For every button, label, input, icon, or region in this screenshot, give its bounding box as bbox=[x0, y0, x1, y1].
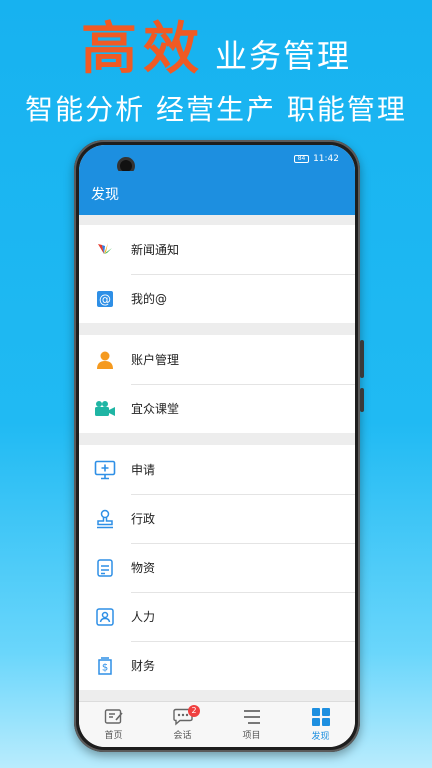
at-icon: @ bbox=[79, 274, 131, 323]
box-icon bbox=[79, 543, 131, 592]
group-functions: 申请 行政 物资 人力 $ 财务 bbox=[79, 445, 355, 690]
list-item-materials[interactable]: 物资 bbox=[79, 543, 355, 592]
svg-text:@: @ bbox=[99, 292, 111, 306]
tab-label: 首页 bbox=[104, 731, 123, 741]
list-item-account[interactable]: 账户管理 bbox=[79, 335, 355, 384]
list-item-label: 财务 bbox=[131, 659, 156, 673]
stamp-icon bbox=[79, 494, 131, 543]
list-item-label: 我的@ bbox=[131, 292, 168, 306]
promo-headline: 高效 业务管理 bbox=[0, 18, 432, 82]
bottom-tab-bar: 首页 2 会话 项目 发现 bbox=[79, 701, 355, 747]
list-item-label: 申请 bbox=[131, 463, 156, 477]
list-item-finance[interactable]: $ 财务 bbox=[79, 641, 355, 690]
page-title: 发现 bbox=[91, 187, 119, 203]
phone-frame: 84 11:42 发现 新闻通知 @ 我的@ 账户管理 宜众课堂 申请 行政 物… bbox=[74, 140, 364, 752]
list-icon bbox=[243, 710, 260, 724]
status-time: 11:42 bbox=[313, 154, 339, 164]
video-camera-icon bbox=[79, 384, 131, 433]
list-item-label: 行政 bbox=[131, 512, 156, 526]
battery-icon: 84 bbox=[294, 155, 310, 163]
monitor-plus-icon bbox=[79, 445, 131, 494]
list-item-label: 宜众课堂 bbox=[131, 402, 180, 416]
svg-text:$: $ bbox=[102, 662, 108, 673]
user-icon bbox=[79, 335, 131, 384]
tab-home[interactable]: 首页 bbox=[79, 702, 148, 747]
tab-projects[interactable]: 项目 bbox=[217, 702, 286, 747]
news-icon bbox=[79, 225, 131, 274]
phone-screen: 84 11:42 发现 新闻通知 @ 我的@ 账户管理 宜众课堂 申请 行政 物… bbox=[79, 145, 355, 747]
group-account: 账户管理 宜众课堂 bbox=[79, 335, 355, 433]
edit-icon bbox=[104, 709, 123, 724]
list-item-news[interactable]: 新闻通知 bbox=[79, 225, 355, 274]
status-bar: 84 11:42 bbox=[79, 145, 355, 175]
person-badge-icon bbox=[79, 592, 131, 641]
tab-label: 项目 bbox=[242, 731, 261, 741]
tab-chat[interactable]: 2 会话 bbox=[148, 702, 217, 747]
group-messages: 新闻通知 @ 我的@ bbox=[79, 225, 355, 323]
list-item-admin[interactable]: 行政 bbox=[79, 494, 355, 543]
list-item-apply[interactable]: 申请 bbox=[79, 445, 355, 494]
list-item-hr[interactable]: 人力 bbox=[79, 592, 355, 641]
phone-volume-button bbox=[360, 340, 364, 378]
status-indicators: 84 11:42 bbox=[294, 154, 339, 164]
promo-tagline: 智能分析 经营生产 职能管理 bbox=[25, 93, 407, 126]
promo-headline-suffix: 业务管理 bbox=[214, 37, 351, 75]
promo-headline-big: 高效 bbox=[80, 17, 205, 82]
app-bar: 发现 bbox=[79, 171, 355, 215]
tab-label: 会话 bbox=[173, 731, 192, 741]
discover-list: 新闻通知 @ 我的@ 账户管理 宜众课堂 申请 行政 物资 人力 $ 财务 bbox=[79, 225, 355, 702]
list-item-label: 新闻通知 bbox=[131, 243, 180, 257]
list-item-label: 物资 bbox=[131, 561, 156, 575]
list-item-mentions[interactable]: @ 我的@ bbox=[79, 274, 355, 323]
finance-icon: $ bbox=[79, 641, 131, 690]
phone-power-button bbox=[360, 388, 364, 412]
unread-badge: 2 bbox=[188, 705, 200, 717]
tab-label: 发现 bbox=[311, 732, 330, 742]
tab-discover[interactable]: 发现 bbox=[286, 702, 355, 747]
list-item-classroom[interactable]: 宜众课堂 bbox=[79, 384, 355, 433]
grid-icon bbox=[311, 708, 330, 726]
list-item-label: 人力 bbox=[131, 610, 156, 624]
list-item-label: 账户管理 bbox=[131, 353, 180, 367]
